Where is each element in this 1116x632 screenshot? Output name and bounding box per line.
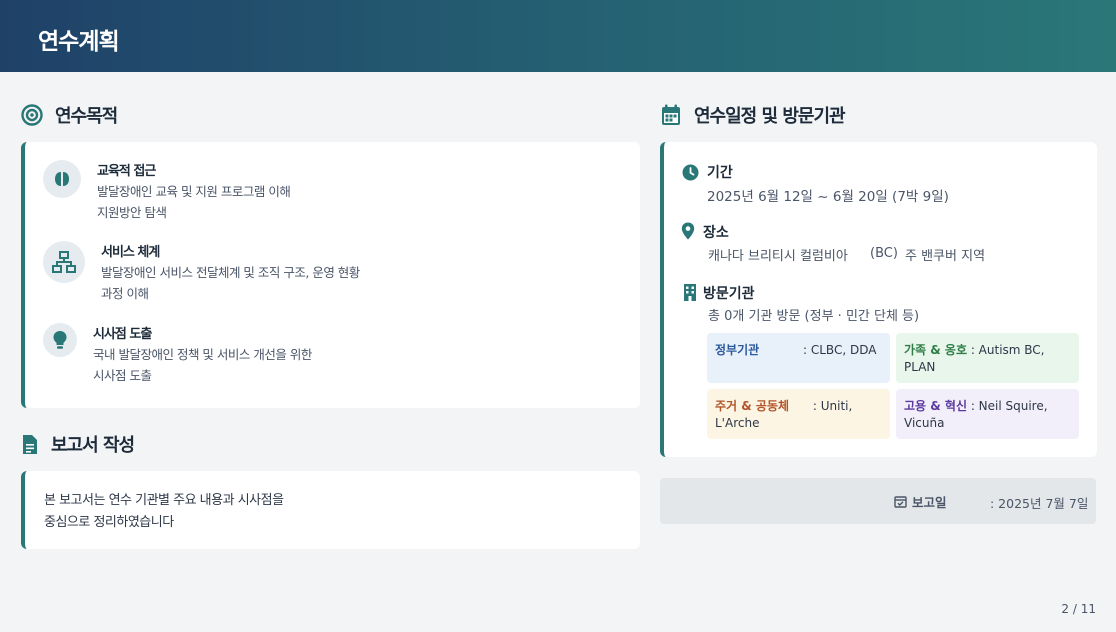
objective-title: 시사점 도출 [93,327,152,342]
report-date-value: : 2025년 7월 7일 [990,496,1089,511]
clock-icon [681,163,699,181]
notes-line: 본 보고서는 연수 기관별 주요 내용과 시사점을 [44,493,284,508]
org-category: 고용 & 혁신 [904,399,967,413]
location-label: 장소 [703,225,729,241]
org-category: 정부기관 [715,343,760,357]
brain-icon [43,160,81,198]
objective-desc: 시사점 도출 [93,368,152,383]
page-title: 연수계획 [38,29,120,55]
objectives-card: 교육적 접근 발달장애인 교육 및 지원 프로그램 이해 지원방안 탐색 서비스… [21,142,640,408]
objectives-heading: 연수목적 [21,102,118,128]
objective-title: 교육적 접근 [97,164,156,179]
org-category: 주거 & 공동체 [715,399,790,413]
period-value: 2025년 6월 12일 ~ 6월 20일 (7박 9일) [707,189,949,205]
overview-heading-label: 연수일정 및 방문기관 [694,106,846,127]
objective-item: 교육적 접근 발달장애인 교육 및 지원 프로그램 이해 지원방안 탐색 [43,160,291,223]
org-card-employment: 고용 & 혁신 : Neil Squire, Vicuña [896,389,1079,439]
hierarchy-icon [43,241,85,283]
document-icon [21,433,39,455]
period-label: 기간 [707,165,733,181]
objective-desc: 국내 발달장애인 정책 및 서비스 개선을 위한 [93,347,312,362]
map-pin-icon [679,222,697,240]
location-value-mid: (BC) [870,246,898,261]
building-icon [681,283,699,301]
objective-item: 시사점 도출 국내 발달장애인 정책 및 서비스 개선을 위한 시사점 도출 [43,323,312,386]
location-value-left: 캐나다 브리티시 컬럼비아 [708,249,848,264]
objective-desc: 지원방안 탐색 [97,205,167,220]
objectives-heading-label: 연수목적 [55,106,118,127]
lightbulb-icon [43,323,77,357]
org-category: 가족 & 옹호 [904,343,967,357]
notes-text: 본 보고서는 연수 기관별 주요 내용과 시사점을 중심으로 정리하였습니다 [44,490,624,534]
institutions-summary: 총 0개 기관 방문 (정부 · 민간 단체 등) [708,309,920,324]
org-card-family: 가족 & 옹호 : Autism BC, PLAN [896,333,1079,383]
notes-heading: 보고서 작성 [21,431,135,457]
overview-heading: 연수일정 및 방문기관 [660,102,846,128]
calendar-check-icon [894,493,907,512]
objective-desc: 발달장애인 교육 및 지원 프로그램 이해 [97,184,291,199]
org-card-government: 정부기관 : CLBC, DDA [707,333,890,383]
page-number: 2 / 11 [1061,602,1096,616]
org-list: : CLBC, DDA [803,343,877,357]
objective-title: 서비스 체계 [101,245,160,260]
notes-heading-label: 보고서 작성 [51,435,135,456]
page-header: 연수계획 [0,0,1116,72]
report-date-box: 보고일 : 2025년 7월 7일 [660,478,1096,524]
location-value-right: 주 밴쿠버 지역 [905,249,986,264]
institutions-label: 방문기관 [703,286,755,302]
notes-line: 중심으로 정리하였습니다 [44,515,174,530]
target-icon [21,104,43,126]
overview-card: 기간 2025년 6월 12일 ~ 6월 20일 (7박 9일) 장소 캐나다 … [660,142,1097,457]
objective-item: 서비스 체계 발달장애인 서비스 전달체계 및 조직 구조, 운영 현황 과정 … [43,241,360,304]
org-card-housing: 주거 & 공동체 : Uniti, L'Arche [707,389,890,439]
objective-desc: 과정 이해 [101,286,149,301]
objective-desc: 발달장애인 서비스 전달체계 및 조직 구조, 운영 현황 [101,265,360,280]
calendar-icon [660,104,682,126]
report-date-label: 보고일 [912,495,947,510]
